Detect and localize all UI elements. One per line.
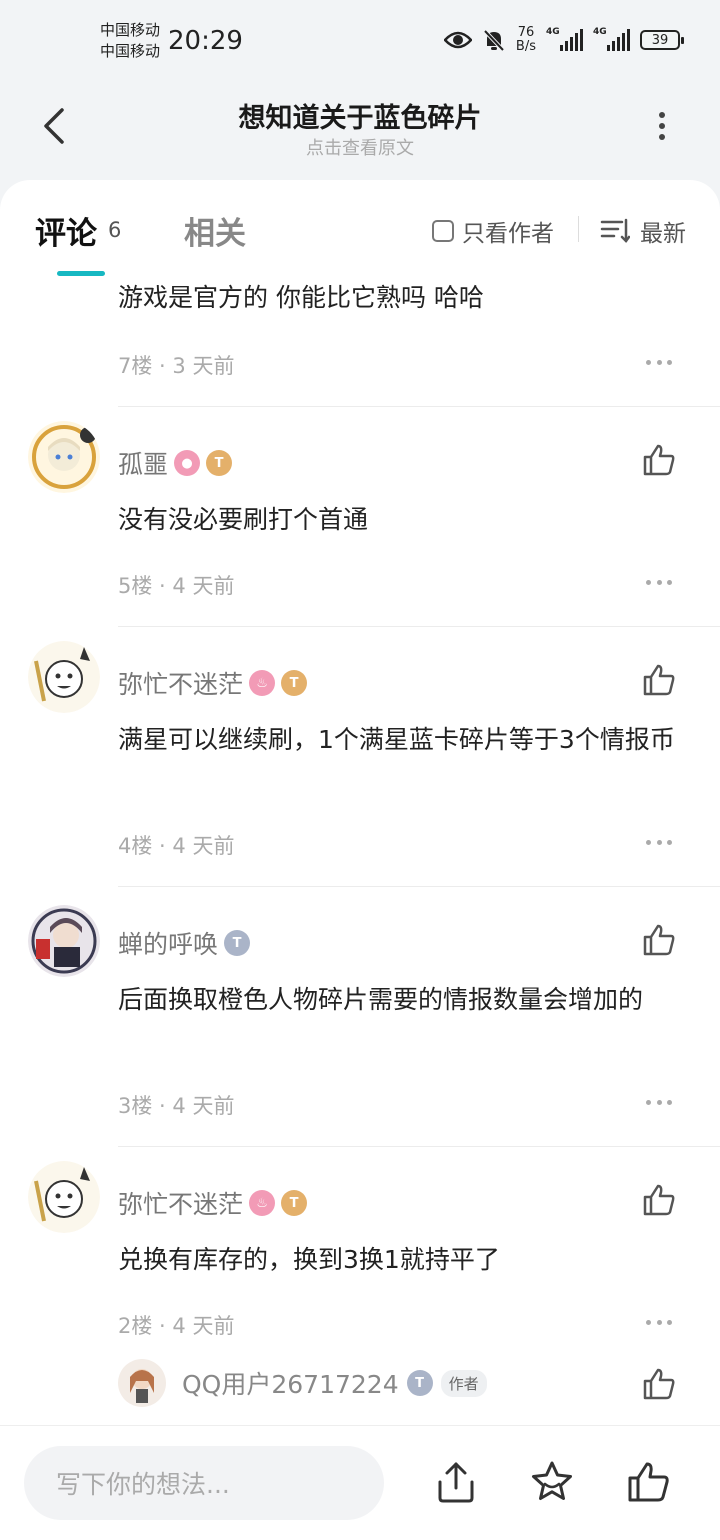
floor-number: 7楼: [118, 354, 153, 378]
reply-username[interactable]: QQ用户26717224 T 作者: [182, 1365, 487, 1401]
like-icon[interactable]: [642, 923, 676, 957]
header: 想知道关于蓝色碎片 点击查看原文: [0, 84, 720, 184]
reply-like-icon[interactable]: [642, 1367, 676, 1401]
comment-input[interactable]: 写下你的想法...: [24, 1446, 384, 1520]
reply-username-text: QQ用户26717224: [182, 1370, 399, 1399]
status-icons: 76 B/s 4G 4G 39: [443, 26, 684, 54]
avatar[interactable]: [28, 641, 100, 713]
view-original-link[interactable]: 点击查看原文: [0, 134, 720, 160]
battery-level: 39: [651, 32, 669, 48]
floor-number: 5楼: [118, 574, 153, 598]
comment-meta: 7楼 · 3 天前: [118, 354, 235, 378]
comment-item: 游戏是官方的 你能比它熟吗 哈哈 7楼 · 3 天前: [0, 180, 720, 407]
comment-text: 没有没必要刷打个首通: [118, 505, 369, 534]
comment-text: 满星可以继续刷，1个满星蓝卡碎片等于3个情报币: [118, 725, 675, 754]
username[interactable]: 蝉的呼唤 T: [118, 925, 251, 961]
floor-number: 4楼: [118, 834, 153, 858]
comment-meta: 3楼 · 4 天前: [118, 1094, 235, 1118]
avatar[interactable]: [28, 905, 100, 977]
author-tag: 作者: [440, 1369, 487, 1397]
rabbit-badge-icon: ●: [174, 450, 201, 476]
username-text: 弥忙不迷茫: [118, 1190, 244, 1219]
like-icon[interactable]: [642, 443, 676, 477]
comment-time: 4 天前: [172, 1094, 235, 1118]
reply-avatar[interactable]: [118, 1359, 166, 1407]
share-icon[interactable]: [434, 1460, 478, 1504]
favorite-star-icon[interactable]: [530, 1460, 574, 1504]
like-icon[interactable]: [642, 663, 676, 697]
level-badge-icon: T: [224, 930, 251, 956]
comment-item: 孤噩 ● T 没有没必要刷打个首通 5楼 · 4 天前: [0, 407, 720, 627]
username-text: 孤噩: [118, 450, 169, 479]
comment-more-icon[interactable]: [646, 358, 672, 366]
mute-bell-icon: [483, 29, 505, 52]
comment-time: 4 天前: [172, 834, 235, 858]
carrier-2: 中国移动: [100, 42, 161, 60]
status-time: 20:29: [168, 26, 243, 56]
comment-more-icon[interactable]: [646, 838, 672, 846]
avatar[interactable]: [28, 1161, 100, 1233]
signal-2-icon: 4G: [593, 27, 630, 51]
netspeed-value: 76: [517, 25, 535, 40]
comment-text: 兑换有库存的，换到3换1就持平了: [118, 1245, 500, 1274]
comment-meta: 5楼 · 4 天前: [118, 574, 235, 598]
level-badge-icon: T: [281, 670, 308, 696]
comment-text: 后面换取橙色人物碎片需要的情报数量会增加的: [118, 985, 644, 1014]
battery-icon: 39: [640, 30, 684, 50]
comment-time: 3 天前: [172, 354, 235, 378]
comment-item: 蝉的呼唤 T 后面换取橙色人物碎片需要的情报数量会增加的 3楼 · 4 天前: [0, 887, 720, 1147]
comment-item: 弥忙不迷茫 ♨ T 满星可以继续刷，1个满星蓝卡碎片等于3个情报币 4楼 · 4…: [0, 627, 720, 887]
floor-number: 2楼: [118, 1314, 153, 1338]
comments-card: 评论 6 相关 只看作者 最新 游戏是官方的 你能比它熟吗 哈哈 7楼 · 3 …: [0, 180, 720, 1425]
level-badge-icon: T: [281, 1190, 308, 1216]
more-menu-icon[interactable]: [650, 108, 674, 144]
comment-more-icon[interactable]: [646, 1098, 672, 1106]
page-title: 想知道关于蓝色碎片: [238, 103, 482, 134]
like-post-icon[interactable]: [626, 1460, 670, 1504]
level-badge-icon: T: [406, 1370, 433, 1396]
comment-time: 4 天前: [172, 574, 235, 598]
status-bar: 中国移动 中国移动 20:29 76 B/s 4G 4G 39: [0, 0, 720, 84]
floor-number: 3楼: [118, 1094, 153, 1118]
level-badge-icon: T: [206, 450, 233, 476]
avatar[interactable]: [28, 421, 100, 493]
bottom-bar: 写下你的想法...: [0, 1425, 720, 1540]
username[interactable]: 弥忙不迷茫 ♨ T: [118, 1185, 308, 1221]
comment-item: 弥忙不迷茫 ♨ T 兑换有库存的，换到3换1就持平了 2楼 · 4 天前 QQ用…: [0, 1147, 720, 1425]
eye-icon: [443, 31, 472, 49]
comment-input-placeholder: 写下你的想法...: [56, 1470, 230, 1499]
comment-text: 游戏是官方的 你能比它熟吗 哈哈: [118, 283, 484, 312]
username-text: 蝉的呼唤: [118, 930, 219, 959]
flame-badge-icon: ♨: [249, 670, 276, 696]
username-text: 弥忙不迷茫: [118, 670, 244, 699]
comment-more-icon[interactable]: [646, 1318, 672, 1326]
username[interactable]: 弥忙不迷茫 ♨ T: [118, 665, 308, 701]
carrier-labels: 中国移动 中国移动: [100, 20, 160, 62]
comment-time: 4 天前: [172, 1314, 235, 1338]
netspeed-unit: B/s: [515, 39, 536, 54]
flame-badge-icon: ♨: [249, 1190, 276, 1216]
signal-2-label: 4G: [593, 27, 607, 37]
carrier-1: 中国移动: [100, 21, 161, 39]
signal-1-icon: 4G: [546, 27, 583, 51]
comment-meta: 2楼 · 4 天前: [118, 1314, 235, 1338]
comment-meta: 4楼 · 4 天前: [118, 834, 235, 858]
network-speed: 76 B/s: [516, 26, 536, 54]
like-icon[interactable]: [642, 1183, 676, 1217]
signal-1-label: 4G: [546, 27, 560, 37]
comment-more-icon[interactable]: [646, 578, 672, 586]
username[interactable]: 孤噩 ● T: [118, 445, 233, 481]
